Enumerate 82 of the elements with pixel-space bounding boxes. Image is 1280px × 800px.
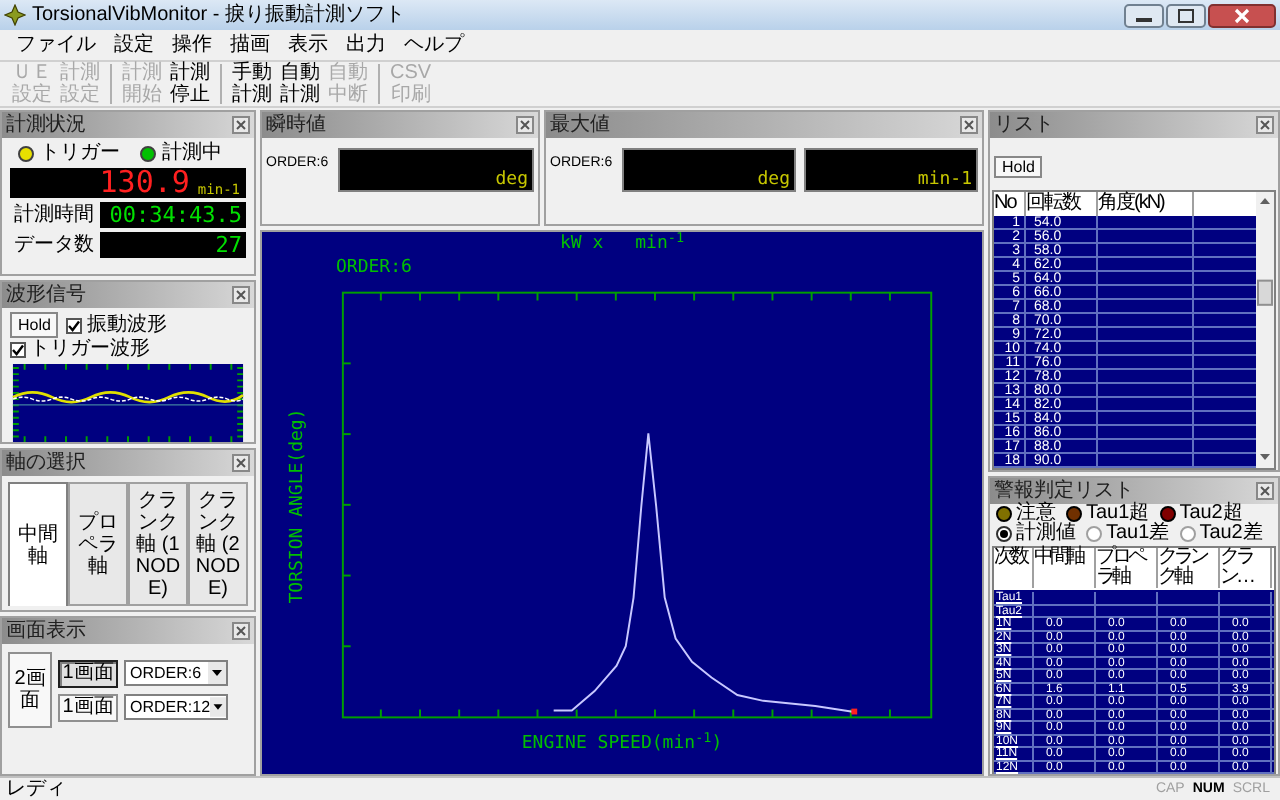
legend-label: Tau2超 (1179, 504, 1243, 524)
close-icon[interactable] (1256, 116, 1274, 134)
speed-value: 130.9 (99, 168, 190, 198)
toolbar-button[interactable]: 手動 計測 (228, 62, 276, 106)
hold-button[interactable]: Hold (10, 312, 59, 338)
caret-icon (208, 662, 226, 684)
close-icon[interactable] (1256, 482, 1274, 500)
two-screen-button[interactable]: 2画面 (8, 652, 52, 728)
radio-button[interactable] (996, 526, 1012, 542)
menu-item[interactable]: 操作 (172, 34, 212, 56)
menu-item[interactable]: 設定 (114, 34, 154, 56)
checkbox-label: 振動波形 (86, 315, 167, 335)
column-header: プロペラ軸 (1096, 548, 1158, 588)
maximize-icon[interactable] (1166, 3, 1206, 27)
menu-item[interactable]: ヘルプ (404, 34, 464, 56)
column-header: 次数 (994, 548, 1034, 588)
column-header: クラン… (1220, 548, 1272, 588)
panel-title: 警報判定リスト (994, 478, 1134, 502)
toolbar-button[interactable]: 計測 停止 (166, 62, 214, 106)
close-icon[interactable] (516, 116, 534, 134)
legend-label: 注意 (1016, 504, 1056, 524)
legend-label: Tau1超 (1086, 504, 1150, 524)
led-label: トリガー (40, 144, 120, 164)
column-header: No (994, 192, 1026, 216)
close-icon[interactable] (960, 116, 978, 134)
field-label: データ数 (12, 235, 94, 255)
value-display: 00:34:43.5 (100, 202, 246, 228)
column-header: 角度(kN) (1098, 192, 1194, 216)
radio-label: Tau2差 (1199, 524, 1263, 544)
axis-tab[interactable]: 中間軸 (8, 482, 68, 606)
radio-label: Tau1差 (1106, 524, 1170, 544)
column-header: 回転数 (1026, 192, 1098, 216)
menu-item[interactable]: ファイル (16, 34, 96, 56)
unit-label: deg (495, 170, 528, 190)
close-icon[interactable] (232, 454, 250, 472)
caret-icon (210, 696, 226, 718)
order-label: ORDER:6 (334, 256, 412, 280)
radio-button[interactable] (1086, 526, 1102, 542)
app-icon (4, 4, 26, 26)
column-header: クランク軸 (1158, 548, 1220, 588)
panel-title: リスト (994, 112, 1054, 138)
field-label: 計測時間 (12, 205, 94, 225)
unit-label: min-1 (917, 170, 972, 190)
end-marker (851, 708, 858, 715)
hold-button[interactable]: Hold (994, 156, 1043, 178)
panel-title: 画面表示 (6, 618, 86, 644)
toolbar-button[interactable]: 自動 計測 (276, 62, 324, 106)
close-icon[interactable] (232, 622, 250, 640)
panel-title: 計測状況 (6, 112, 86, 138)
one-screen-button[interactable]: 1画面 (58, 693, 118, 721)
order-dropdown[interactable]: ORDER:12 (124, 694, 228, 720)
close-icon[interactable] (1208, 3, 1276, 27)
value-display: 27 (100, 232, 246, 258)
status-text: レディ (6, 778, 68, 800)
panel-title: 瞬時値 (266, 112, 326, 138)
menu-item[interactable]: 出力 (346, 34, 386, 56)
radio-button[interactable] (1179, 526, 1196, 542)
one-screen-button[interactable]: 1画面 (58, 659, 118, 687)
close-icon[interactable] (232, 116, 250, 134)
chart-top-label: kW x (559, 232, 604, 256)
close-icon[interactable] (232, 286, 250, 304)
radio-label: 計測値 (1016, 524, 1076, 544)
axis-tab[interactable]: プロペラ軸 (68, 482, 128, 606)
column-header: 中間軸 (1034, 548, 1096, 588)
menu-item[interactable]: 描画 (230, 34, 270, 56)
order-dropdown[interactable]: ORDER:6 (124, 660, 228, 686)
minimize-icon[interactable] (1124, 3, 1164, 27)
window-title: TorsionalVibMonitor - 捩り振動計測ソフト (32, 4, 408, 26)
axis-tab[interactable]: クランク軸 (2NODE) (188, 482, 248, 606)
led-label: 計測中 (162, 144, 222, 164)
checkbox[interactable] (10, 342, 26, 358)
panel-title: 波形信号 (6, 282, 86, 308)
x-axis-label: ENGINE SPEED(min$^{-1}$) (521, 732, 723, 756)
panel-title: 軸の選択 (6, 450, 86, 476)
chart-top-unit: min$^{-1}$ (635, 232, 685, 256)
y-axis-label: TORSION ANGLE(deg) (288, 408, 308, 604)
checkbox-label: トリガー波形 (30, 340, 150, 360)
axis-tab[interactable]: クランク軸 (1NODE) (128, 482, 188, 606)
panel-title: 最大値 (550, 112, 610, 138)
checkbox[interactable] (66, 317, 83, 333)
unit-label: deg (757, 170, 790, 190)
menu-item[interactable]: 表示 (288, 34, 328, 56)
